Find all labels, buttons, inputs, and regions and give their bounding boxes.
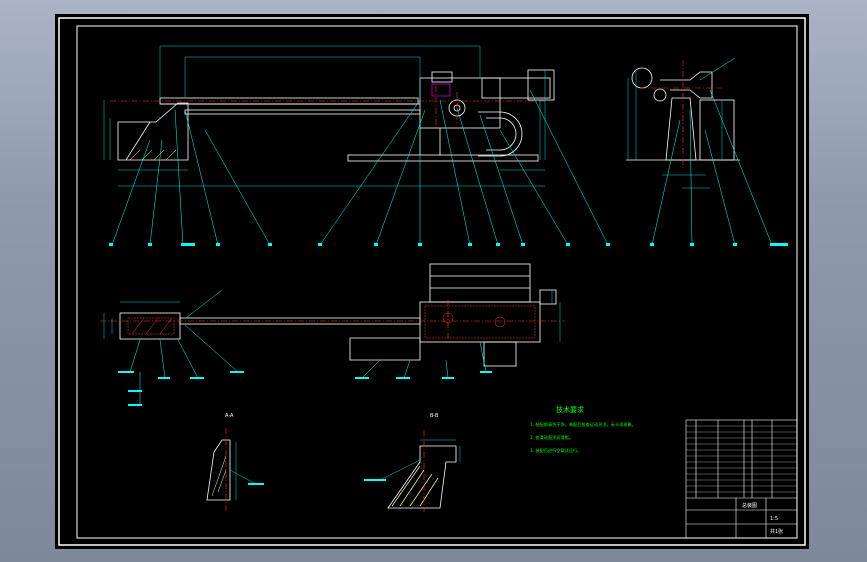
section-b-balloon [364,479,386,481]
notes-line-1: 1. 装配前清洗干净，装配后检查运动灵活，无卡滞现象。 [530,421,636,428]
notes-line-2: 2. 各滑动面涂润滑脂。 [530,434,573,441]
notes-line-3: 3. 装配后进行空载试运行。 [530,447,581,454]
title-block-scale: 1:5 [770,516,778,522]
section-a-balloon [248,483,264,485]
cad-viewport[interactable]: A-A B-B 技术要求 1. 装配前清洗干净，装配后检查运动灵活，无卡滞现象。… [0,0,867,562]
title-block-sheet: 共1张 [770,528,783,535]
section-b-label: B-B [430,413,439,419]
title-block-drawing-name: 总装图 [742,502,757,509]
drawing-canvas[interactable]: A-A B-B 技术要求 1. 装配前清洗干净，装配后检查运动灵活，无卡滞现象。… [0,0,867,562]
notes-title: 技术要求 [556,405,584,414]
section-a-label: A-A [225,413,234,419]
